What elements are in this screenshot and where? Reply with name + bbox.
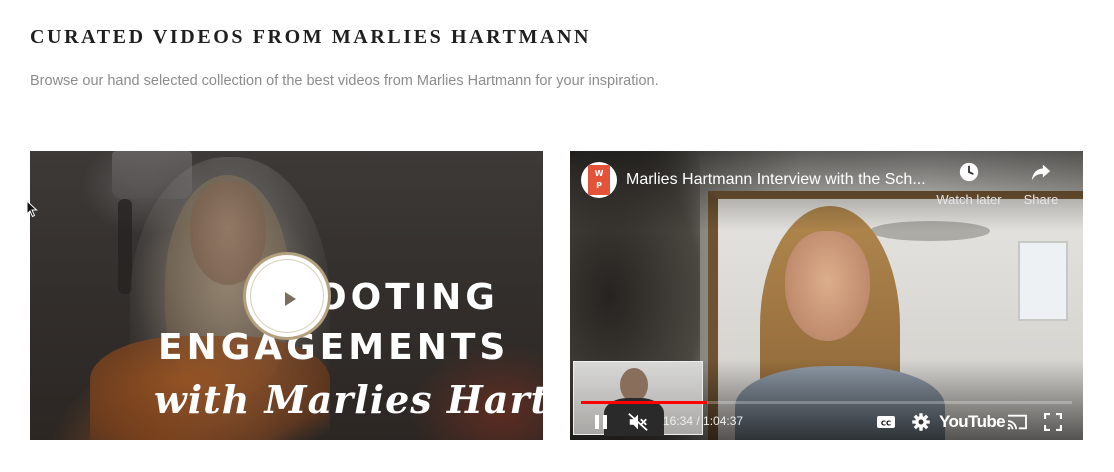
channel-avatar[interactable]: WP (581, 162, 617, 198)
mouse-cursor-icon (26, 200, 38, 218)
youtube-logo: YouTube (939, 412, 1006, 431)
video-title[interactable]: Marlies Hartmann Interview with the Sch.… (626, 171, 926, 189)
captions-icon: CC (877, 416, 895, 428)
thumbnail-title-line3: with Marlies Hartmann (154, 377, 543, 422)
progress-bar[interactable] (581, 401, 1072, 404)
share-label: Share (1023, 192, 1059, 207)
progress-played (581, 401, 707, 404)
watch-later-label: Watch later (936, 192, 1002, 207)
share-button[interactable]: Share (1018, 161, 1064, 207)
background-window (1018, 241, 1068, 321)
play-button[interactable] (243, 252, 331, 340)
section-description: Browse our hand selected collection of t… (30, 73, 659, 89)
share-arrow-icon (1031, 164, 1051, 181)
fullscreen-icon (1044, 413, 1062, 431)
gear-icon (912, 413, 930, 431)
preview-face (620, 368, 648, 402)
play-icon (285, 292, 296, 306)
interviewee-face (785, 231, 870, 341)
channel-logo: WP (588, 165, 610, 195)
video-card-left[interactable]: OOTING ENGAGEMENTS with Marlies Hartmann (30, 151, 543, 440)
watch-later-button[interactable]: Watch later (933, 161, 1005, 207)
clock-icon (959, 162, 979, 182)
youtube-logo-button[interactable]: YouTube (939, 409, 1006, 435)
mute-button[interactable] (625, 409, 651, 435)
time-display: 16:34 / 1:04:37 (663, 414, 744, 428)
thumbnail-title-line2: ENGAGEMENTS (158, 327, 510, 368)
player-top-gradient (570, 151, 1083, 231)
pause-button[interactable] (588, 409, 614, 435)
fullscreen-button[interactable] (1040, 409, 1066, 435)
captions-button[interactable]: CC (873, 409, 899, 435)
thumbnail-title-line1: OOTING (316, 277, 499, 318)
cast-button[interactable] (1004, 409, 1030, 435)
youtube-player[interactable]: WP Marlies Hartmann Interview with the S… (570, 151, 1083, 440)
settings-button[interactable] (908, 409, 934, 435)
mute-icon (628, 413, 648, 431)
svg-text:CC: CC (881, 420, 891, 428)
pause-icon (595, 415, 607, 429)
section-heading: CURATED VIDEOS FROM MARLIES HARTMANN (30, 26, 592, 48)
cast-icon (1007, 414, 1027, 430)
